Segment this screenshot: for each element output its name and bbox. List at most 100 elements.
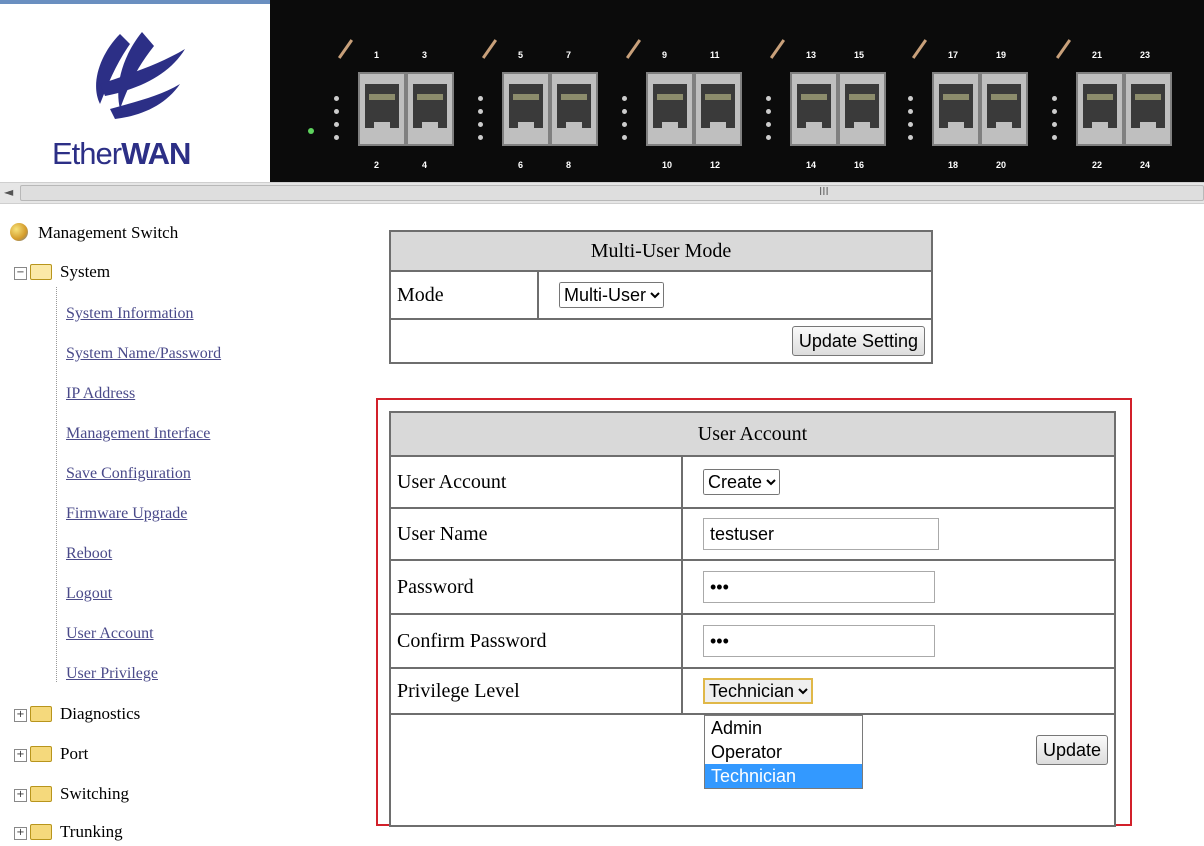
- tree-node-label: Port: [60, 744, 89, 763]
- port-number-top: 19: [996, 50, 1007, 60]
- folder-open-icon: [30, 264, 52, 281]
- port-number-bottom: 4: [422, 160, 428, 170]
- ethernet-port-icon: [694, 72, 742, 146]
- privilege-option-admin[interactable]: Admin: [705, 716, 862, 740]
- tree-connector: [56, 287, 57, 682]
- port-number-bottom: 18: [948, 160, 959, 170]
- status-led-icon: [478, 96, 484, 148]
- nav-management-interface[interactable]: Management Interface: [66, 425, 210, 443]
- tree-node-label: Switching: [60, 784, 129, 803]
- port-group-divider: [911, 39, 928, 59]
- ethernet-port-icon: [358, 72, 406, 146]
- tree-node-label: Trunking: [60, 822, 123, 841]
- tree-node-system[interactable]: − System: [14, 262, 110, 282]
- ethernet-port-icon: [1076, 72, 1124, 146]
- port-number-top: 3: [422, 50, 428, 60]
- privilege-option-technician[interactable]: Technician: [705, 764, 862, 788]
- folder-icon: [30, 786, 52, 803]
- update-setting-button[interactable]: Update Setting: [791, 326, 925, 356]
- ethernet-port-icon: [790, 72, 838, 146]
- ethernet-port-icon: [1124, 72, 1172, 146]
- scrollbar-thumb[interactable]: [20, 185, 1204, 201]
- user-name-input[interactable]: [703, 518, 939, 550]
- expand-icon[interactable]: +: [14, 748, 27, 762]
- nav-firmware-upgrade[interactable]: Firmware Upgrade: [66, 505, 187, 523]
- user-account-label: User Account: [389, 455, 683, 509]
- port-number-top: 15: [854, 50, 865, 60]
- nav-ip-address[interactable]: IP Address: [66, 385, 135, 403]
- expand-icon[interactable]: +: [14, 788, 27, 802]
- password-input[interactable]: [703, 571, 935, 603]
- multi-user-mode-title: Multi-User Mode: [389, 230, 933, 272]
- status-led-icon: [1052, 96, 1058, 148]
- switch-front-panel: 1 2 3 4 5 6 7 8 9 10 11 12 13 14 15 16 17 18 19 20 21 22 23 24: [270, 0, 1204, 182]
- user-account-title: User Account: [389, 411, 1116, 457]
- tree-node-diagnostics[interactable]: + Diagnostics: [14, 704, 140, 724]
- header-banner: EtherWAN 1 2 3 4 5 6 7 8 9 10 11 12 13 14 15 16 17 18 19 20…: [0, 0, 1204, 182]
- port-number-top: 7: [566, 50, 572, 60]
- port-number-bottom: 10: [662, 160, 673, 170]
- port-number-top: 17: [948, 50, 959, 60]
- port-number-bottom: 16: [854, 160, 865, 170]
- nav-reboot[interactable]: Reboot: [66, 545, 112, 563]
- ethernet-port-icon: [502, 72, 550, 146]
- confirm-password-label: Confirm Password: [389, 613, 683, 669]
- port-group-divider: [481, 39, 498, 59]
- tree-root[interactable]: Management Switch: [10, 223, 178, 243]
- scroll-left-arrow-icon[interactable]: ◄: [4, 185, 13, 199]
- tree-root-label: Management Switch: [38, 223, 179, 242]
- tree-node-label: System: [60, 262, 111, 281]
- folder-icon: [30, 746, 52, 763]
- port-number-top: 11: [710, 50, 720, 60]
- scrollbar-grip: III: [819, 185, 829, 198]
- ethernet-port-icon: [406, 72, 454, 146]
- tree-node-trunking[interactable]: + Trunking: [14, 822, 123, 842]
- logo-area: EtherWAN: [0, 0, 270, 182]
- privilege-level-select[interactable]: Technician: [703, 678, 813, 704]
- ethernet-port-icon: [838, 72, 886, 146]
- folder-icon: [30, 824, 52, 841]
- tree-node-switching[interactable]: + Switching: [14, 784, 129, 804]
- privilege-option-operator[interactable]: Operator: [705, 740, 862, 764]
- privilege-level-dropdown: Admin Operator Technician: [704, 715, 863, 789]
- tree-node-label: Diagnostics: [60, 704, 141, 723]
- etherwan-logo-icon: [96, 32, 185, 119]
- port-group-divider: [337, 39, 354, 59]
- port-number-top: 5: [518, 50, 524, 60]
- mode-label: Mode: [389, 270, 539, 320]
- nav-system-information[interactable]: System Information: [66, 305, 194, 323]
- port-group-divider: [1055, 39, 1072, 59]
- port-number-top: 13: [806, 50, 817, 60]
- nav-logout[interactable]: Logout: [66, 585, 112, 603]
- port-number-bottom: 22: [1092, 160, 1103, 170]
- port-number-top: 1: [374, 50, 380, 60]
- multi-user-mode-table: Multi-User Mode Mode Multi-User Update S…: [389, 230, 933, 364]
- nav-user-privilege[interactable]: User Privilege: [66, 665, 158, 683]
- nav-save-configuration[interactable]: Save Configuration: [66, 465, 191, 483]
- port-number-bottom: 12: [710, 160, 721, 170]
- ethernet-port-icon: [646, 72, 694, 146]
- nav-system-name-password[interactable]: System Name/Password: [66, 345, 221, 363]
- power-led-icon: [308, 128, 314, 134]
- password-label: Password: [389, 559, 683, 615]
- ethernet-port-icon: [980, 72, 1028, 146]
- confirm-password-input[interactable]: [703, 625, 935, 657]
- navigation-tree: Management Switch − System System Informa…: [0, 205, 370, 846]
- horizontal-scrollbar[interactable]: ◄ III: [0, 182, 1204, 204]
- mode-select[interactable]: Multi-User: [559, 282, 664, 308]
- port-number-top: 23: [1140, 50, 1151, 60]
- status-led-icon: [908, 96, 914, 148]
- etherwan-logo-text: EtherWAN: [52, 136, 191, 171]
- port-number-bottom: 6: [518, 160, 524, 170]
- collapse-icon[interactable]: −: [14, 266, 27, 280]
- port-number-top: 21: [1092, 50, 1103, 60]
- nav-user-account[interactable]: User Account: [66, 625, 154, 643]
- ethernet-port-icon: [550, 72, 598, 146]
- update-button[interactable]: Update: [1035, 735, 1108, 765]
- port-number-top: 9: [662, 50, 668, 60]
- user-account-select[interactable]: Create: [703, 469, 780, 495]
- expand-icon[interactable]: +: [14, 708, 27, 722]
- expand-icon[interactable]: +: [14, 826, 27, 840]
- folder-icon: [30, 706, 52, 723]
- tree-node-port[interactable]: + Port: [14, 744, 88, 764]
